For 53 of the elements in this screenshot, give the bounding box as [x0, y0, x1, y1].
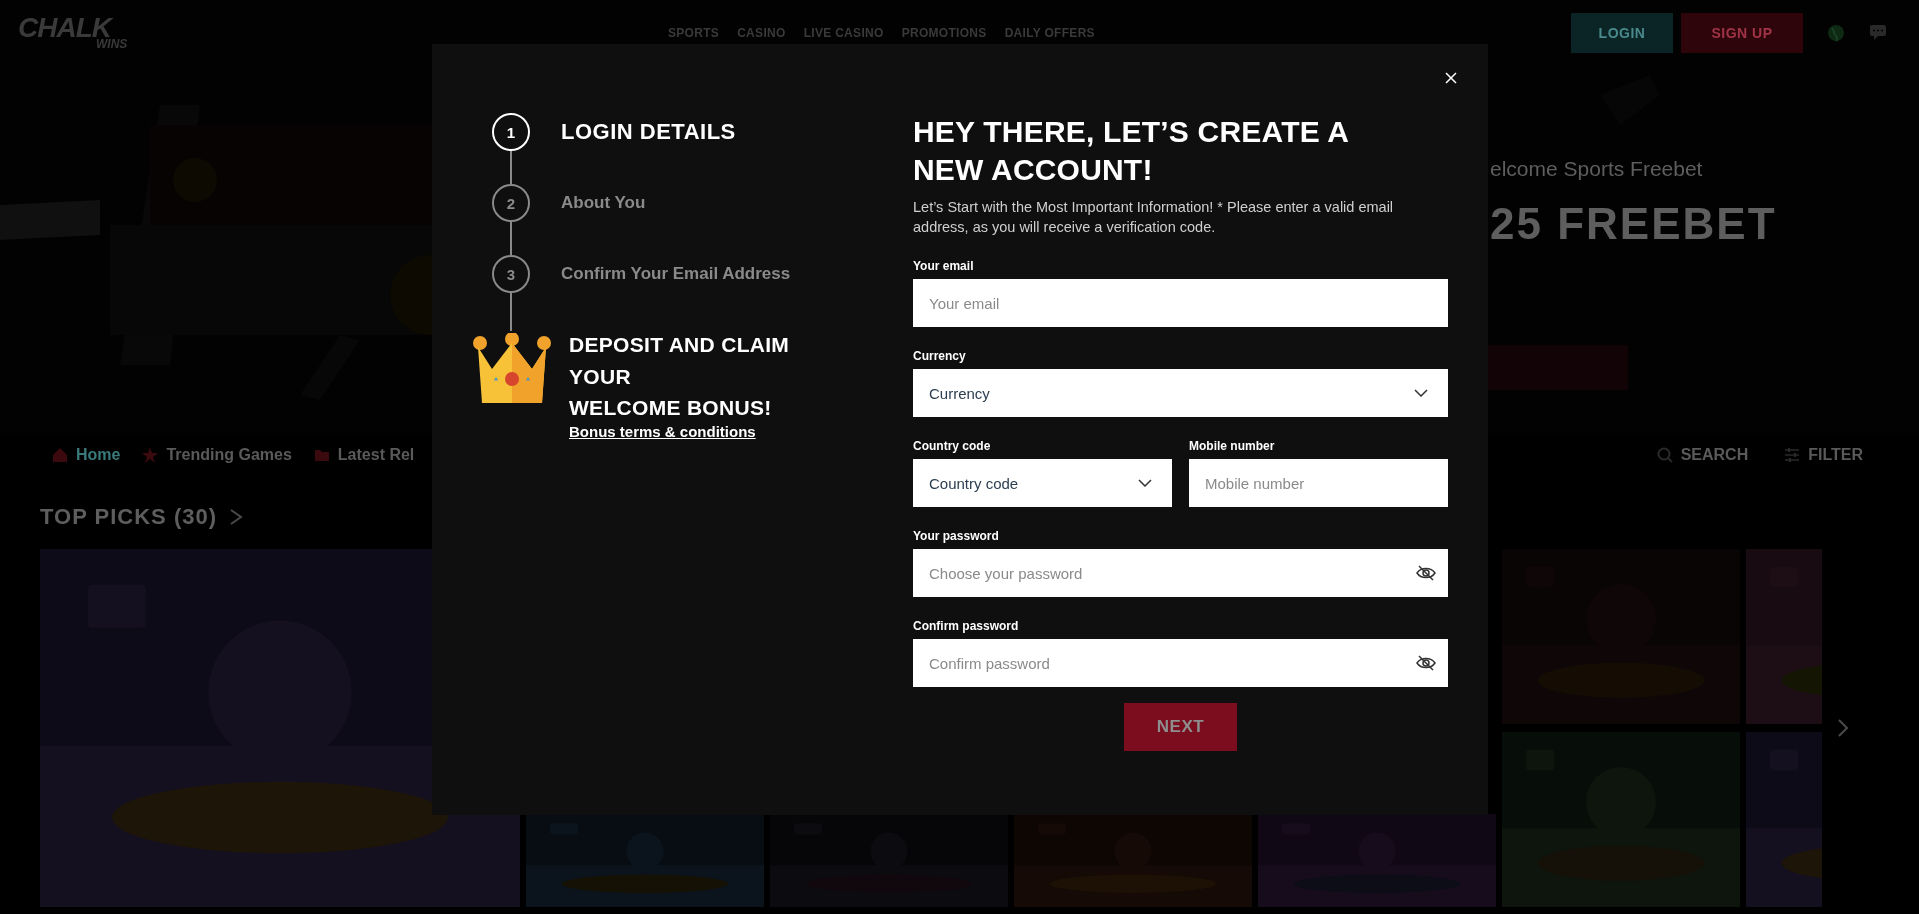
chevron-icon[interactable]	[229, 508, 243, 526]
input-field[interactable]: Choose your password	[913, 549, 1448, 598]
hero-subtitle: elcome Sports Freebet	[1490, 157, 1704, 181]
close-icon[interactable]	[1445, 72, 1457, 84]
chevron-icon[interactable]	[1837, 718, 1849, 738]
field-label: Your password	[913, 529, 1000, 544]
signup-button[interactable]: SIGN UP	[1681, 12, 1803, 53]
eye-slash-icon[interactable]	[1416, 654, 1436, 673]
nav-link[interactable]: CASINO	[737, 25, 786, 40]
chevron-icon	[1138, 479, 1152, 488]
globe-icon[interactable]	[1827, 23, 1845, 42]
input-field[interactable]: Confirm password	[913, 639, 1448, 688]
dropdown[interactable]: Currency	[913, 369, 1448, 418]
step-number: 1	[492, 113, 530, 151]
login-button[interactable]: LOGIN	[1571, 12, 1673, 53]
search-icon	[1656, 447, 1673, 463]
logo[interactable]: CHALK WINS	[18, 15, 138, 50]
section-title[interactable]: TOP PICKS (30)	[40, 504, 217, 530]
input-field[interactable]: Mobile number	[1189, 459, 1448, 508]
crown-icon	[472, 333, 552, 405]
house-icon	[52, 447, 68, 463]
step-label: About You	[561, 193, 646, 213]
terms-link[interactable]: Bonus terms & conditions	[569, 423, 756, 440]
step-number: 3	[492, 255, 530, 293]
input-field[interactable]: Your email	[913, 279, 1448, 328]
promo-heading: DEPOSIT AND CLAIM YOUR WELCOME BONUS!	[569, 332, 791, 421]
step-number: 2	[492, 184, 530, 222]
chat-icon[interactable]	[1869, 24, 1887, 41]
category-tab[interactable]: Latest Rel	[313, 446, 415, 464]
nav-link[interactable]: PROMOTIONS	[901, 25, 987, 40]
nav-link[interactable]: SPORTS	[668, 25, 720, 40]
star-icon	[142, 447, 159, 463]
dropdown[interactable]: Country code	[913, 459, 1172, 508]
eye-slash-icon[interactable]	[1416, 564, 1436, 583]
category-tab[interactable]: Home	[52, 446, 121, 464]
field-label: Confirm password	[913, 619, 1020, 634]
field-label: Country code	[913, 439, 992, 454]
intro-text: Let’s Start with the Most Important Information! * Please enter a valid email address, as you will receive a verification code.	[913, 198, 1395, 237]
step-label: Confirm Your Email Address	[561, 264, 791, 284]
step-label: LOGIN DETAILS	[561, 119, 736, 145]
dialog-title: HEY THERE, LET’S CREATE A NEW ACCOUNT!	[913, 114, 1350, 188]
field-label: Currency	[913, 349, 967, 364]
nav-link[interactable]: LIVE CASINO	[803, 25, 884, 40]
chevron-icon	[1414, 389, 1428, 398]
hero-headline: 25 FREEBET	[1490, 199, 1777, 249]
folder-icon	[313, 447, 330, 463]
field-label: Your email	[913, 259, 975, 274]
filter-button[interactable]: FILTER	[1784, 446, 1863, 464]
field-label: Mobile number	[1189, 439, 1276, 454]
category-tab[interactable]: Trending Games	[142, 446, 292, 464]
search-button[interactable]: SEARCH	[1656, 446, 1749, 464]
sliders-icon	[1784, 447, 1801, 463]
nav-link[interactable]: DAILY OFFERS	[1004, 25, 1095, 40]
